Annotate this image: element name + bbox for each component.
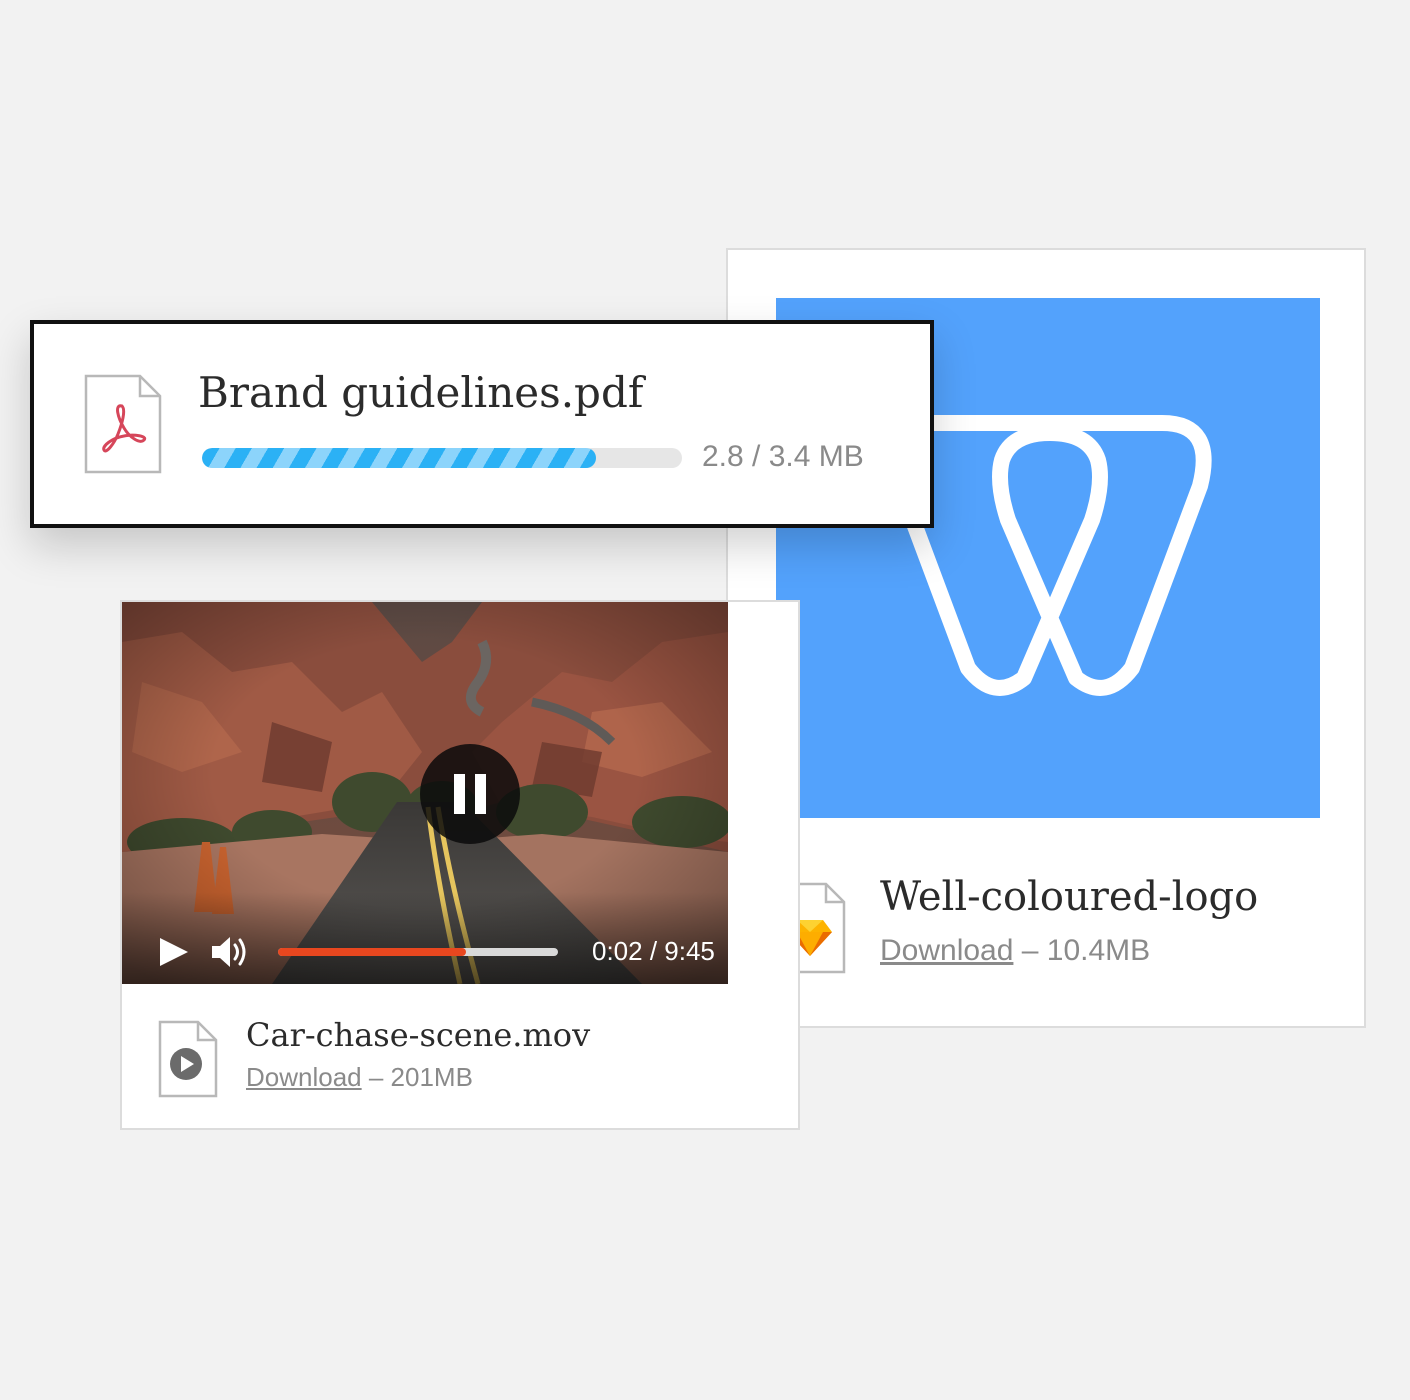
file-name: Well-coloured-logo <box>880 874 1259 920</box>
file-name: Car-chase-scene.mov <box>246 1016 591 1054</box>
upload-size: 2.8 / 3.4 MB <box>702 440 864 473</box>
download-link[interactable]: Download <box>880 934 1013 967</box>
file-size: – 201MB <box>361 1062 473 1092</box>
upload-card: Brand guidelines.pdf 2.8 / 3.4 MB <box>30 320 934 528</box>
upload-progress-fill <box>202 448 596 468</box>
time-display: 0:02 / 9:45 <box>592 936 715 966</box>
download-link[interactable]: Download <box>246 1062 362 1092</box>
pdf-file-icon <box>84 374 162 479</box>
play-icon <box>160 938 188 966</box>
file-meta: Download – 10.4MB <box>880 934 1150 968</box>
file-meta: Download – 201MB <box>246 1062 473 1093</box>
pause-icon <box>454 774 486 814</box>
upload-progress-bar <box>202 448 682 468</box>
volume-button[interactable] <box>210 934 250 970</box>
pause-button[interactable] <box>420 744 520 844</box>
seek-bar-played <box>278 948 466 956</box>
play-button[interactable] <box>158 936 190 968</box>
video-file-icon <box>158 1020 218 1103</box>
seek-bar[interactable] <box>278 948 558 956</box>
video-file-card: 0:02 / 9:45 Car-chase-scene.mov Download… <box>120 600 800 1130</box>
file-name: Brand guidelines.pdf <box>198 368 644 417</box>
volume-icon <box>212 937 246 967</box>
video-player[interactable]: 0:02 / 9:45 <box>122 602 728 984</box>
file-size: – 10.4MB <box>1013 934 1151 967</box>
